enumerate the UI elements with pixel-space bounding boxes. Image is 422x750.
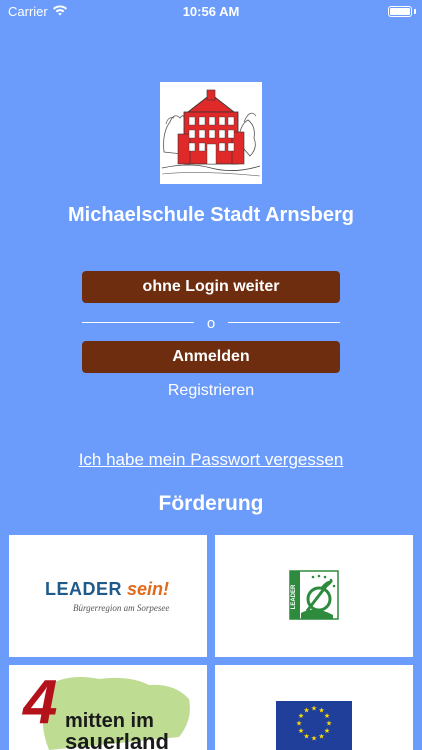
battery-icon — [388, 6, 412, 17]
clock: 10:56 AM — [182, 4, 240, 19]
school-name: Michaelschule Stadt Arnsberg — [68, 204, 354, 226]
eu-flag-logo: ★ ★★★★★★★★★★★ — [276, 701, 352, 750]
leader-tagline: Bürgerregion am Sorpesee — [73, 603, 170, 613]
login-button[interactable]: Anmelden — [82, 341, 340, 373]
leader-vertical-text: LEADER — [291, 584, 297, 609]
school-building-logo — [160, 82, 262, 184]
divider-text: o — [206, 315, 216, 332]
eu-star: ★ — [303, 732, 309, 740]
eu-star: ★ — [324, 712, 330, 720]
eu-star: ★ — [318, 732, 324, 740]
leader-eu-logo: LEADER — [289, 570, 339, 620]
eu-star: ★ — [311, 705, 317, 713]
leader-brand-main: LEADER — [45, 579, 123, 599]
register-link[interactable]: Registrieren — [0, 382, 422, 400]
mitten-im-sauerland-logo: 4 mitten im sauerland — [21, 668, 190, 750]
status-bar: Carrier 10:56 AM — [0, 0, 422, 24]
eu-star: ★ — [296, 720, 302, 728]
leader-brand-accent: sein! — [127, 579, 170, 599]
sponsor-tile-4-mitten[interactable]: 4 mitten im sauerland — [9, 665, 207, 750]
sponsor-tile-eu-flag[interactable]: ★ ★ ★ ★ ★ ★ ★ ★ ★ ★ ★ ★ — [215, 665, 413, 750]
eu-star: ★ — [311, 735, 317, 743]
battery-tip — [414, 9, 416, 14]
eu-star: ★ — [326, 720, 332, 728]
big-numeral-4: 4 — [21, 668, 57, 737]
eu-star: ★ — [324, 727, 330, 735]
school-logo — [160, 82, 262, 184]
or-divider: o — [82, 313, 340, 333]
sponsor-tile-leader-sein[interactable]: LEADER sein! Bürgerregion am Sorpesee — [9, 535, 207, 657]
funding-title: Förderung — [158, 492, 264, 515]
eu-star: ★ — [298, 727, 304, 735]
divider-line-right — [228, 322, 340, 323]
sponsor-tile-leader-eu[interactable]: LEADER — [215, 535, 413, 657]
eu-star: ★ — [303, 707, 309, 715]
mitten-line2: sauerland — [65, 729, 169, 750]
continue-without-login-button[interactable]: ohne Login weiter — [82, 271, 340, 303]
forgot-password-link[interactable]: Ich habe mein Passwort vergessen — [0, 450, 422, 470]
